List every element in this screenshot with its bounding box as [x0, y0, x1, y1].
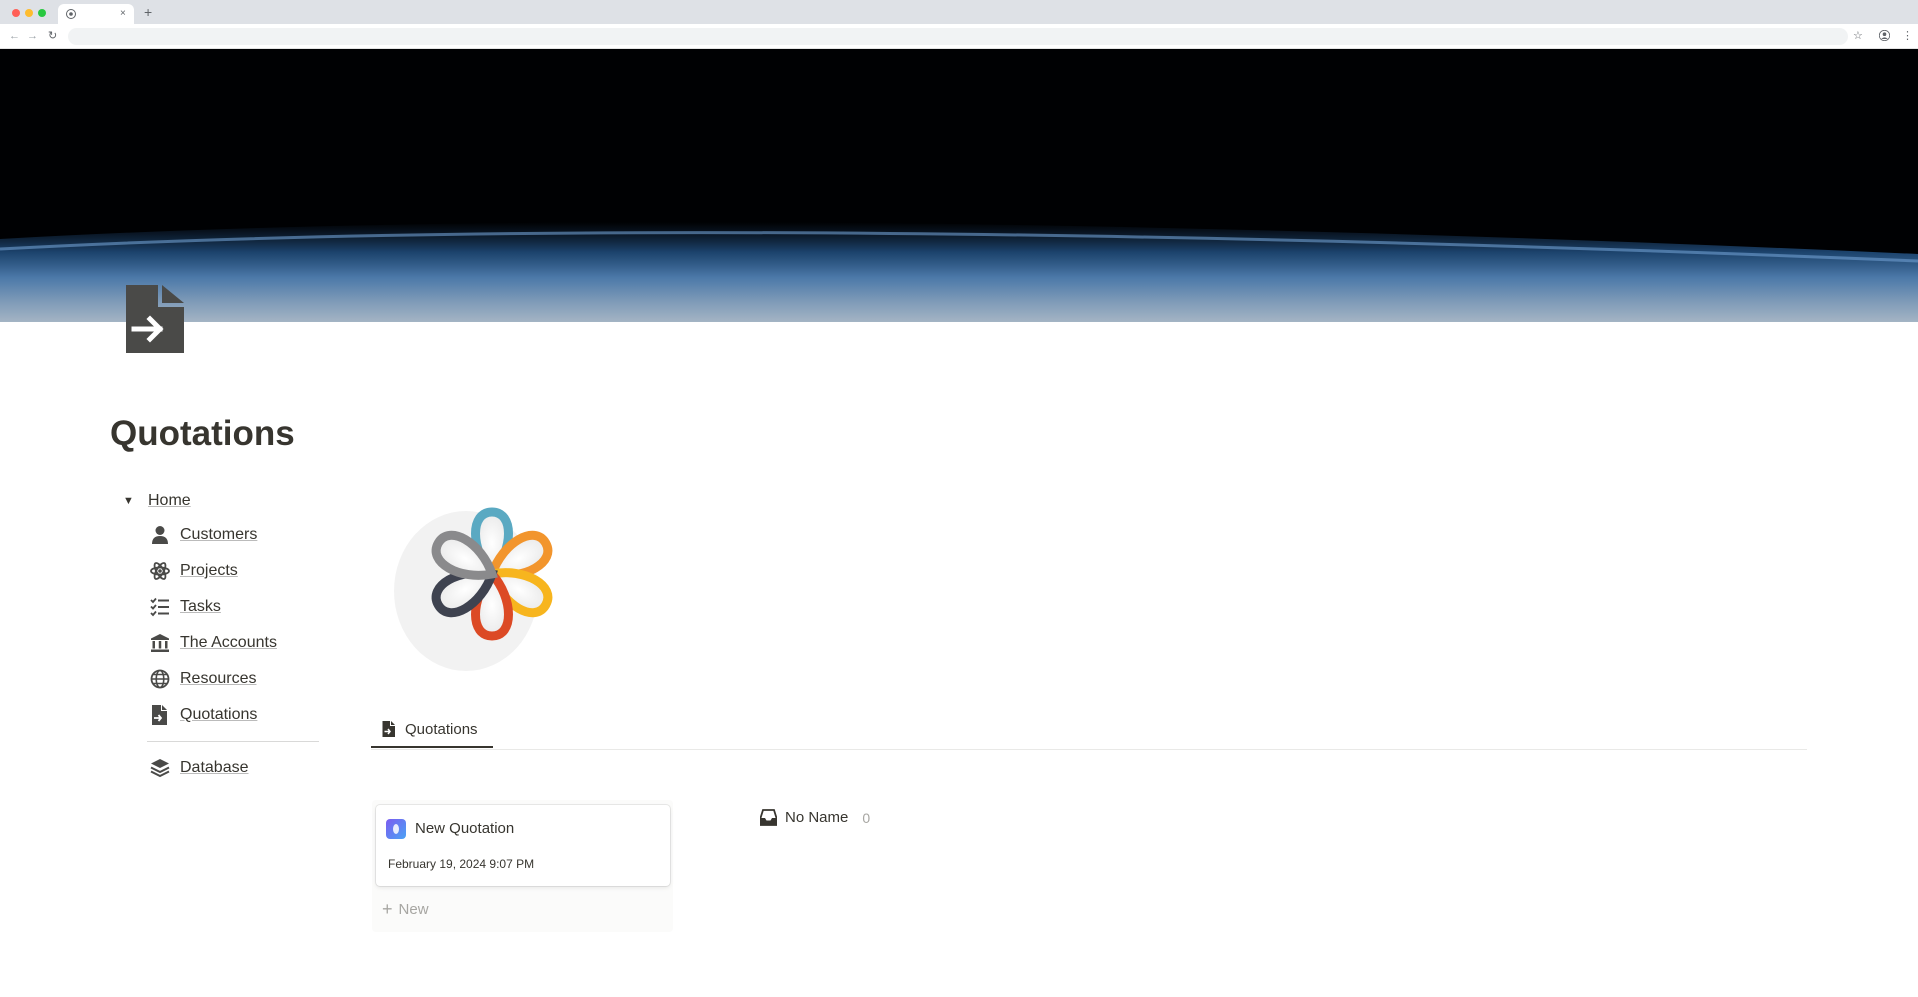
nav-link-customers[interactable]: Customers — [150, 523, 257, 547]
nav-label: Projects — [180, 562, 238, 579]
bank-icon — [151, 634, 169, 652]
forward-icon[interactable]: → — [27, 29, 38, 43]
group-header-no-name[interactable]: No Name 0 — [760, 809, 870, 826]
browser-tab-bar: × + — [0, 0, 1918, 24]
tab-quotations[interactable]: Quotations — [371, 712, 493, 748]
nav-label: Quotations — [180, 706, 258, 723]
checklist-icon — [150, 597, 169, 617]
nav-link-tasks[interactable]: Tasks — [150, 595, 221, 619]
nav-link-database[interactable]: Database — [150, 756, 249, 780]
home-toggle-icon[interactable]: ▼ — [123, 494, 134, 508]
profile-icon[interactable] — [1879, 30, 1890, 41]
board-card[interactable]: New Quotation February 19, 2024 9:07 PM — [376, 805, 670, 886]
nav-label: Customers — [180, 526, 258, 543]
atom-icon — [150, 562, 170, 580]
group-label: No Name — [785, 809, 849, 826]
person-icon — [152, 526, 168, 544]
nav-label: Resources — [180, 670, 257, 687]
browser-tab[interactable]: × — [58, 4, 134, 24]
browser-toolbar: ← → ↻ ☆ ⋮ — [0, 24, 1918, 49]
tab-label: Quotations — [405, 720, 478, 738]
inbox-icon — [760, 809, 777, 826]
card-page-icon — [386, 819, 406, 839]
nav-link-resources[interactable]: Resources — [150, 667, 256, 691]
page-cover — [0, 49, 1918, 322]
nav-link-the-accounts[interactable]: The Accounts — [150, 631, 277, 655]
document-arrow-icon — [126, 285, 184, 353]
earth-horizon-image — [0, 49, 1918, 322]
new-tab-button[interactable]: + — [144, 4, 152, 20]
layers-icon — [150, 759, 170, 778]
globe-icon — [150, 669, 170, 689]
back-icon[interactable]: ← — [9, 29, 20, 43]
plus-icon: + — [382, 899, 393, 919]
card-title: New Quotation — [415, 820, 515, 837]
tab-divider — [371, 749, 1807, 750]
new-card-label: New — [398, 900, 429, 918]
nav-link-home[interactable]: Home — [148, 491, 191, 511]
nav-label: The Accounts — [180, 634, 277, 651]
minimize-window-button[interactable] — [25, 9, 33, 17]
nav-link-projects[interactable]: Projects — [150, 559, 238, 583]
chrome-icon — [66, 9, 76, 19]
nav-link-quotations[interactable]: Quotations — [150, 703, 257, 727]
menu-kebab-icon[interactable]: ⋮ — [1902, 28, 1913, 44]
document-arrow-icon — [382, 721, 395, 737]
document-arrow-icon — [152, 705, 167, 725]
nav-label: Database — [180, 759, 249, 776]
address-bar[interactable] — [68, 28, 1848, 45]
nav-divider — [147, 741, 319, 742]
nav-label: Tasks — [180, 598, 221, 615]
bookmark-star-icon[interactable]: ☆ — [1853, 28, 1863, 44]
group-count: 0 — [862, 809, 871, 826]
maximize-window-button[interactable] — [38, 9, 46, 17]
new-card-button[interactable]: + New — [382, 900, 429, 918]
card-date: February 19, 2024 9:07 PM — [388, 857, 535, 871]
close-window-button[interactable] — [12, 9, 20, 17]
reload-icon[interactable]: ↻ — [48, 29, 57, 43]
tab-close-button[interactable]: × — [120, 7, 126, 21]
flower-logo-image — [394, 507, 553, 671]
page-title: Quotations — [110, 414, 295, 453]
